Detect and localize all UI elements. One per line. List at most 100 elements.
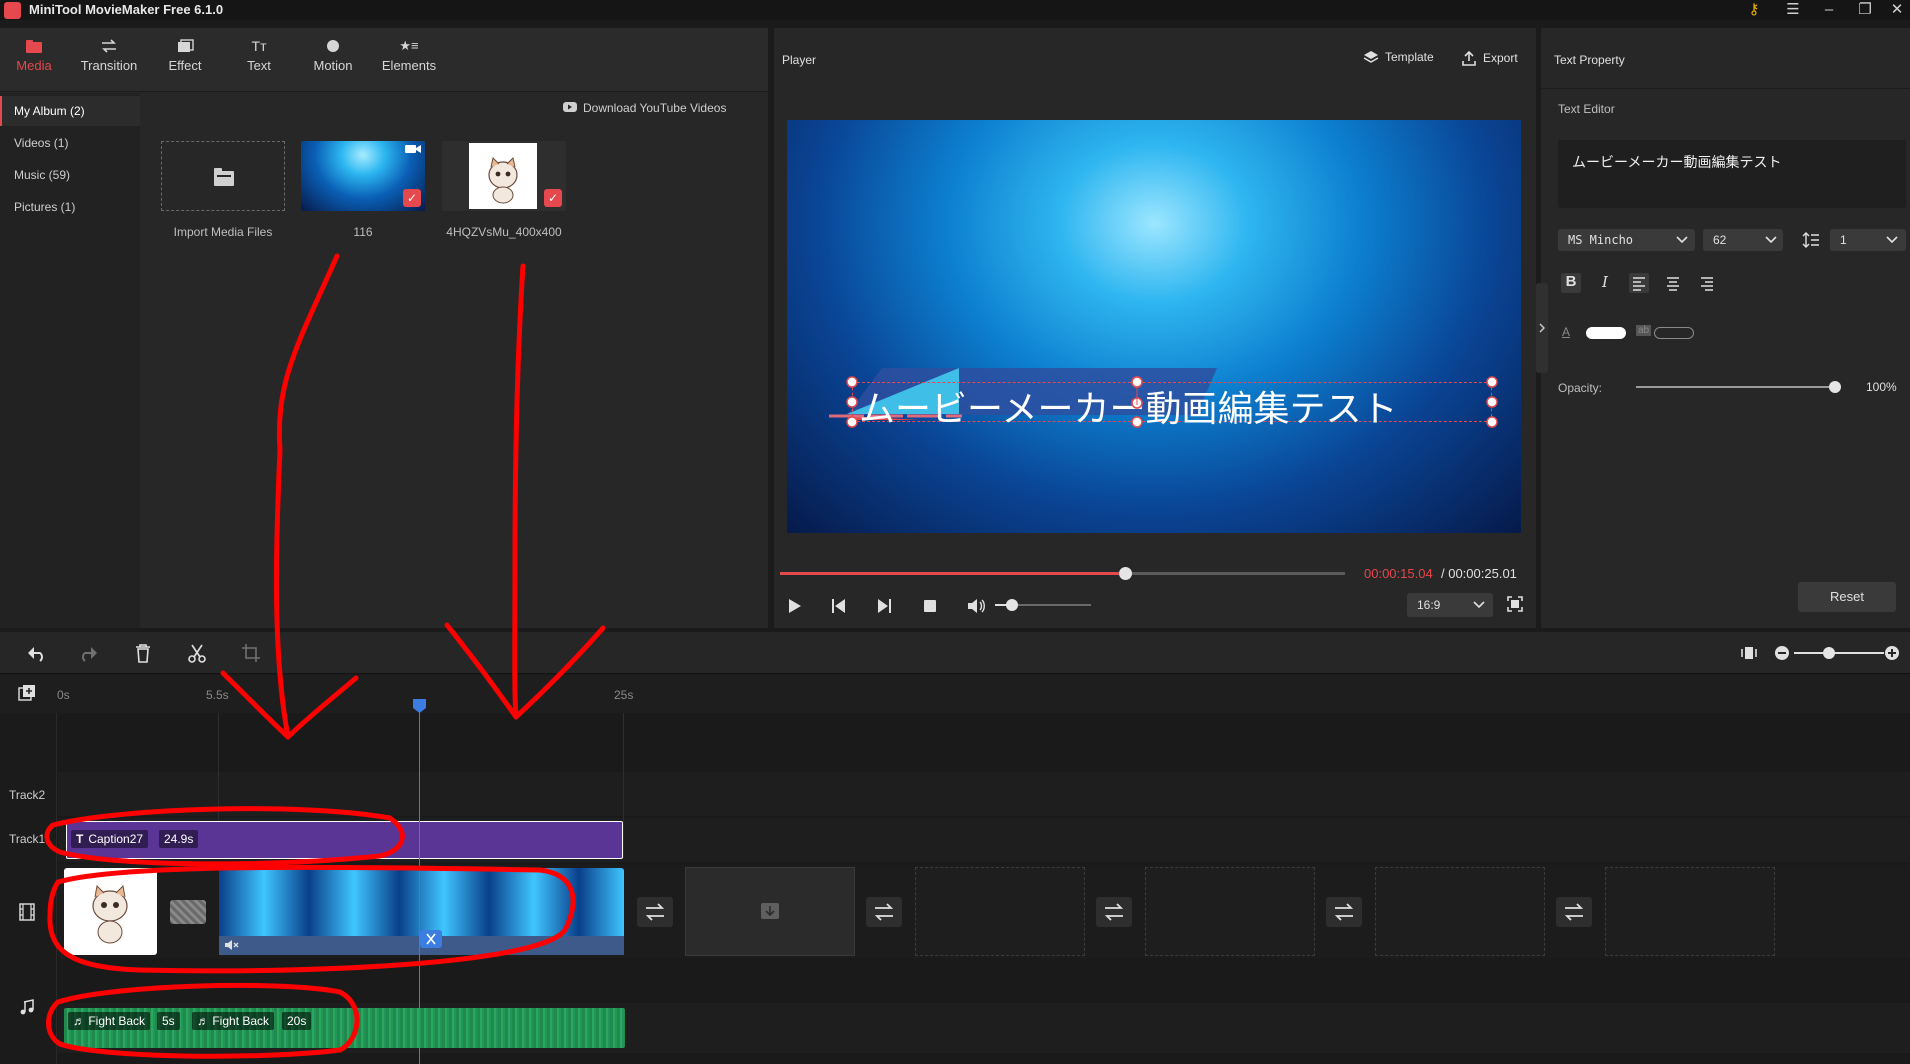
- redo-icon[interactable]: [77, 642, 101, 664]
- import-media-button[interactable]: [161, 141, 285, 211]
- panel-collapse-handle[interactable]: [1536, 283, 1548, 373]
- font-size-value: 62: [1713, 233, 1727, 247]
- play-icon[interactable]: [784, 596, 806, 616]
- export-button[interactable]: Export: [1461, 50, 1518, 66]
- stop-icon[interactable]: [919, 596, 941, 616]
- effect-icon: [148, 34, 222, 58]
- playhead-handle-icon[interactable]: [413, 699, 426, 713]
- transition-swap-icon[interactable]: [866, 897, 902, 927]
- zoom-knob[interactable]: [1823, 647, 1835, 659]
- add-track-icon[interactable]: [18, 684, 36, 702]
- tab-label: Effect: [168, 58, 202, 73]
- grid-line: [623, 713, 624, 858]
- ruler-tick: 5.5s: [206, 688, 229, 702]
- timeline-ruler[interactable]: [0, 675, 1910, 713]
- bold-icon[interactable]: B: [1561, 273, 1581, 293]
- music-note-icon: [19, 999, 35, 1015]
- app-title: MiniTool MovieMaker Free 6.1.0: [29, 2, 224, 17]
- rotate-handle-icon[interactable]: [787, 120, 1521, 533]
- empty-slot[interactable]: [1605, 867, 1775, 956]
- empty-slot[interactable]: [1375, 867, 1545, 956]
- volume-knob[interactable]: [1006, 599, 1018, 611]
- font-select[interactable]: MS Mincho: [1558, 229, 1695, 251]
- caption-clip[interactable]: T Caption27 24.9s: [66, 821, 623, 859]
- tab-label: Text: [247, 58, 271, 73]
- opacity-knob[interactable]: [1829, 381, 1841, 393]
- transition-swap-icon[interactable]: [637, 897, 673, 927]
- text-editor-label: Text Editor: [1558, 102, 1615, 116]
- sidebar-item-music[interactable]: Music (59): [0, 160, 140, 190]
- close-icon[interactable]: ✕: [1883, 0, 1910, 20]
- line-spacing-select[interactable]: 1: [1830, 229, 1906, 251]
- volume-icon[interactable]: [965, 596, 987, 616]
- empty-slot[interactable]: [1145, 867, 1315, 956]
- check-icon[interactable]: ✓: [403, 189, 421, 207]
- transition-swap-icon[interactable]: [1556, 897, 1592, 927]
- check-icon[interactable]: ✓: [544, 189, 562, 207]
- zoom-in-icon[interactable]: [1884, 645, 1900, 661]
- font-size-select[interactable]: 62: [1703, 229, 1783, 251]
- opacity-slider[interactable]: [1636, 386, 1836, 388]
- playhead[interactable]: [419, 699, 420, 1064]
- tab-transition[interactable]: Transition: [72, 34, 146, 84]
- sidebar-item-pictures[interactable]: Pictures (1): [0, 192, 140, 222]
- fullscreen-icon[interactable]: [1506, 595, 1524, 613]
- aspect-ratio-select[interactable]: 16:9: [1407, 593, 1493, 617]
- fit-icon[interactable]: [1740, 644, 1758, 662]
- caption-clip-name: Caption27: [88, 832, 144, 846]
- split-marker-icon[interactable]: [420, 930, 442, 948]
- menu-icon[interactable]: ☰: [1779, 0, 1807, 20]
- template-button[interactable]: Template: [1363, 50, 1434, 64]
- previous-frame-icon[interactable]: [828, 596, 850, 616]
- reset-button[interactable]: Reset: [1798, 582, 1896, 612]
- image-clip[interactable]: [64, 868, 157, 955]
- video-preview[interactable]: ムービーメーカー動画編集テスト: [787, 120, 1521, 533]
- text-icon: Tт: [251, 38, 267, 54]
- line-spacing-value: 1: [1840, 233, 1847, 247]
- music-note-icon: ♬: [73, 1014, 89, 1028]
- audio-clip-name: Fight Back: [88, 1014, 146, 1028]
- time-current: 00:00:15.04: [1364, 566, 1433, 581]
- transition-swap-icon[interactable]: [1326, 897, 1362, 927]
- empty-slot[interactable]: [915, 867, 1085, 956]
- italic-icon[interactable]: I: [1595, 273, 1615, 293]
- zoom-out-icon[interactable]: [1774, 645, 1790, 661]
- mute-icon[interactable]: [223, 938, 239, 952]
- crop-icon[interactable]: [240, 642, 264, 664]
- tab-text[interactable]: Tт Text: [222, 34, 296, 84]
- progress-knob[interactable]: [1118, 567, 1132, 580]
- import-icon: [761, 903, 779, 919]
- drop-slot[interactable]: [685, 867, 855, 956]
- tab-elements[interactable]: ★≡ Elements: [372, 34, 446, 84]
- transition-swap-icon[interactable]: [1096, 897, 1132, 927]
- key-icon[interactable]: ⚷: [1740, 0, 1768, 20]
- text-editor-input[interactable]: ムービーメーカー動画編集テスト: [1558, 140, 1906, 208]
- zoom-slider[interactable]: [1794, 652, 1884, 654]
- tab-motion[interactable]: Motion: [296, 34, 370, 84]
- background-color-icon: ab: [1636, 325, 1652, 336]
- undo-icon[interactable]: [24, 642, 48, 664]
- align-left-icon[interactable]: [1629, 273, 1649, 293]
- minimize-icon[interactable]: –: [1815, 0, 1843, 20]
- tab-effect[interactable]: Effect: [148, 34, 222, 84]
- sidebar-item-my-album[interactable]: My Album (2): [0, 96, 140, 126]
- download-youtube-link[interactable]: Download YouTube Videos: [583, 101, 726, 115]
- audio-clip-name-badge[interactable]: ♬ Fight Back: [192, 1012, 275, 1030]
- media-thumbnail-image[interactable]: ✓: [442, 141, 566, 211]
- sidebar-item-videos[interactable]: Videos (1): [0, 128, 140, 158]
- split-icon[interactable]: [185, 642, 209, 664]
- swap-icon: [72, 34, 146, 58]
- time-total: / 00:00:25.01: [1441, 566, 1517, 581]
- align-right-icon[interactable]: [1697, 273, 1717, 293]
- next-frame-icon[interactable]: [873, 596, 895, 616]
- font-color-swatch[interactable]: [1586, 327, 1626, 339]
- align-center-icon[interactable]: [1663, 273, 1683, 293]
- transition-slot[interactable]: [170, 900, 206, 924]
- audio-clip-name-badge[interactable]: ♬ Fight Back: [68, 1012, 151, 1030]
- background-color-swatch[interactable]: [1654, 327, 1694, 339]
- cat-image: [469, 143, 537, 209]
- media-thumbnail-video[interactable]: ✓: [301, 141, 425, 211]
- tab-media[interactable]: Media: [0, 34, 71, 84]
- delete-icon[interactable]: [131, 642, 155, 664]
- maximize-icon[interactable]: ❐: [1851, 0, 1879, 20]
